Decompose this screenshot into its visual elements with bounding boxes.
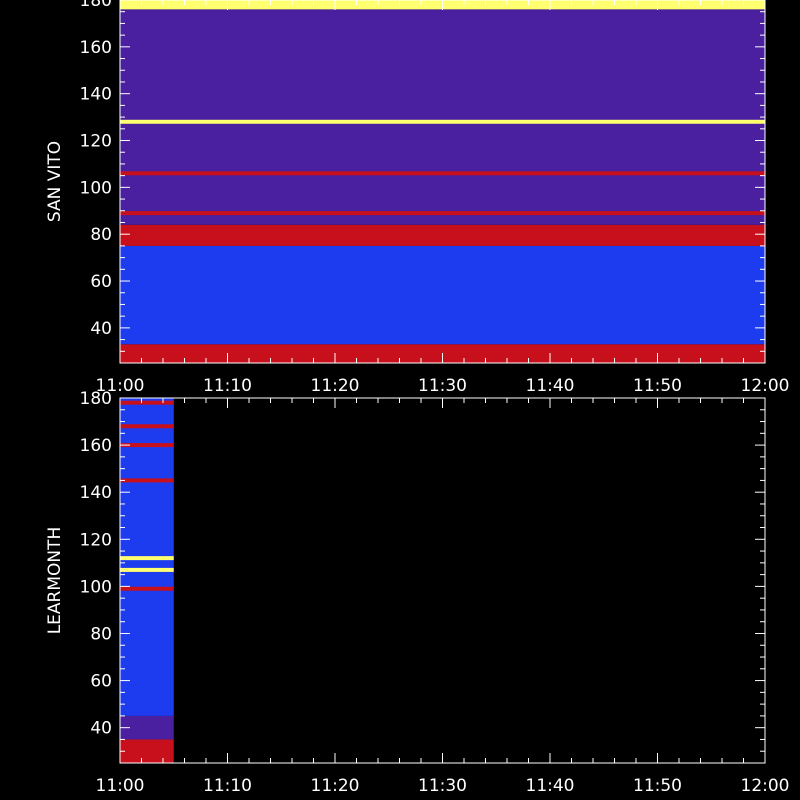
y-tick-label: 80	[90, 624, 112, 644]
x-tick-label: 11:40	[526, 776, 575, 796]
emission-line	[120, 211, 765, 216]
emission-line	[120, 424, 174, 429]
y-tick-label: 60	[90, 672, 112, 692]
emission-line	[120, 586, 174, 591]
y-axis-label: LEARMONTH	[45, 527, 65, 635]
y-tick-label: 100	[80, 178, 112, 198]
spectrogram-band	[120, 739, 174, 763]
y-tick-label: 160	[80, 38, 112, 58]
spectrogram-band	[120, 9, 765, 225]
y-tick-label: 180	[80, 0, 112, 11]
x-tick-label: 12:00	[741, 376, 790, 396]
y-tick-label: 100	[80, 577, 112, 597]
emission-line	[120, 556, 174, 561]
y-tick-label: 120	[80, 132, 112, 152]
x-tick-label: 11:10	[203, 376, 252, 396]
x-tick-label: 11:40	[526, 376, 575, 396]
x-tick-label: 11:50	[633, 376, 682, 396]
emission-line	[120, 119, 765, 124]
y-tick-label: 120	[80, 530, 112, 550]
spectrogram-band	[120, 224, 765, 246]
y-tick-label: 140	[80, 483, 112, 503]
y-tick-label: 140	[80, 85, 112, 105]
panel-1: 11:00 11:10 11:20 11:30 11:40 11:50 12:0040608…	[45, 0, 790, 396]
y-tick-label: 80	[90, 225, 112, 245]
y-tick-label: 60	[90, 272, 112, 292]
x-tick-label: 11:30	[418, 376, 467, 396]
x-tick-label: 11:10	[203, 776, 252, 796]
y-tick-label: 40	[90, 319, 112, 339]
spectrogram-band	[120, 245, 765, 345]
x-tick-label: 12:00	[741, 776, 790, 796]
panel-2: 11:00 11:10 11:20 11:30 11:40 11:50 12:00 40 60 8…	[45, 389, 790, 796]
emission-line	[120, 400, 174, 405]
spectrogram-figure: 11:00 11:10 11:20 11:30 11:40 11:50 12:00 40 60 8…	[45, 0, 790, 796]
spectrogram	[120, 398, 174, 763]
x-tick-label: 11:30	[418, 776, 467, 796]
y-tick-label: 160	[80, 436, 112, 456]
y-tick-label: 40	[90, 719, 112, 739]
y-tick-label: 180	[80, 389, 112, 409]
emission-line	[120, 171, 765, 176]
x-tick-label: 11:00	[96, 776, 145, 796]
x-tick-label: 11:20	[311, 376, 360, 396]
emission-line	[120, 567, 174, 572]
x-tick-label: 11:50	[633, 776, 682, 796]
x-tick-label: 11:20	[311, 776, 360, 796]
plot-area	[120, 398, 765, 763]
spectrogram	[120, 0, 765, 363]
emission-line	[120, 478, 174, 483]
y-axis-label: SAN VITO	[45, 141, 65, 222]
